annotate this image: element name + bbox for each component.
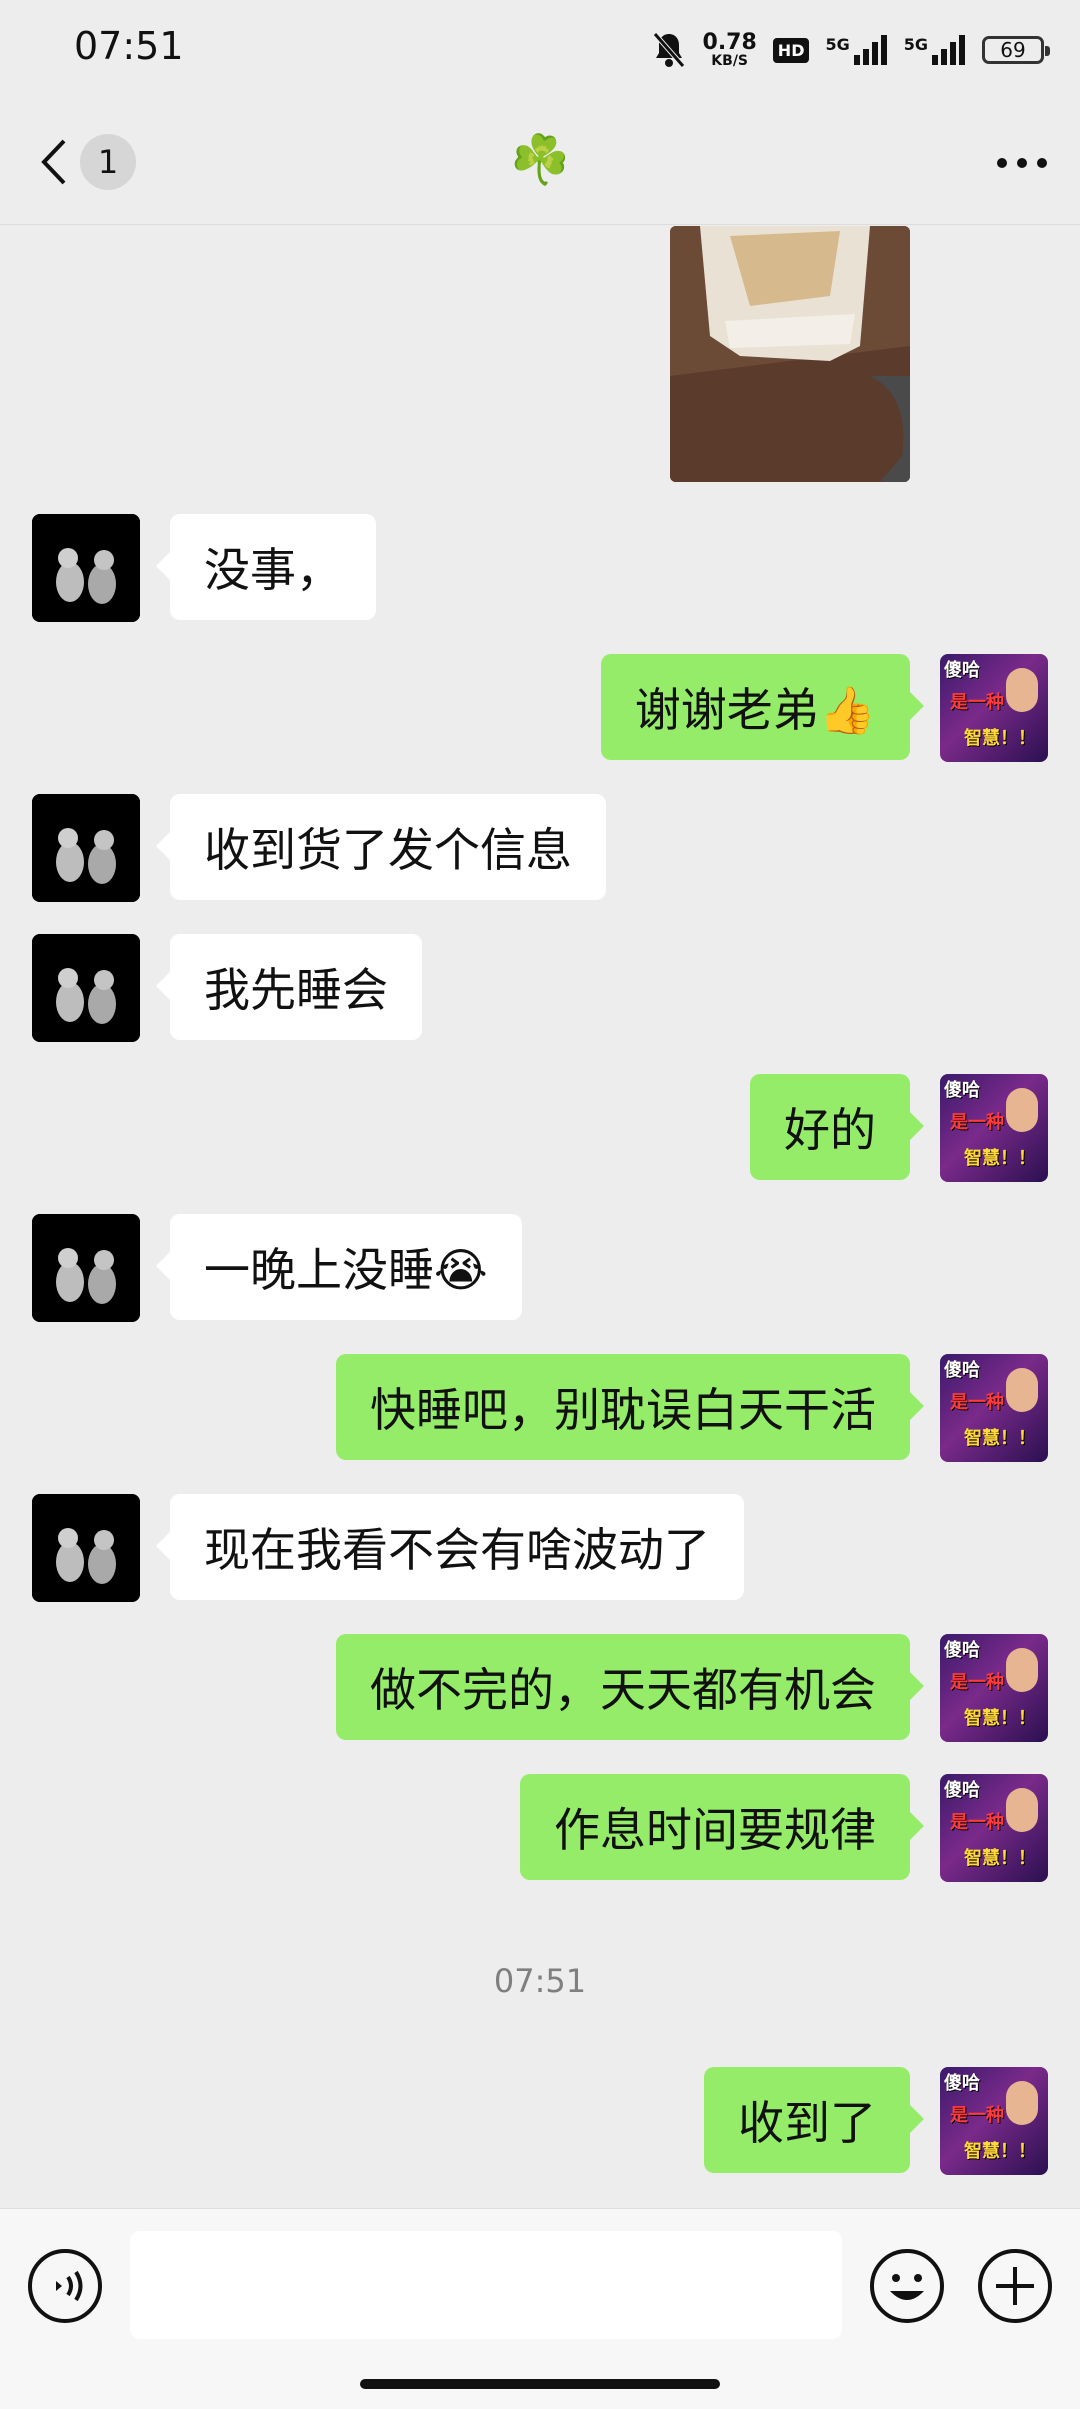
photo-image [670,226,910,482]
avatar-caption: 傻哈 [944,1780,980,1801]
avatar-caption: 是一种 [950,1812,1004,1833]
unread-count-badge: 1 [80,134,136,190]
message-bubble-sent[interactable]: 收到了 [704,2067,924,2173]
hd-badge: HD [772,37,810,63]
status-bar: 07:51 0.78 KB/S HD 5G 5G 69 [0,0,1080,100]
avatar-caption: 智慧！！ [964,728,1036,749]
message-bubble-sent[interactable]: 谢谢老弟👍 [600,654,925,760]
voice-icon[interactable] [26,2247,104,2325]
home-indicator[interactable] [360,2379,720,2389]
network-speed-value: 0.78 [702,30,757,55]
avatar-caption: 是一种 [950,1392,1004,1413]
message-text: 好的 [784,1103,876,1157]
message-bubble-sent[interactable]: 做不完的，天天都有机会 [336,1634,924,1740]
battery-icon: 69 [982,36,1050,64]
message-bubble-sent[interactable]: 作息时间要规律 [520,1774,924,1880]
avatar-face [1006,2081,1038,2125]
plus-icon[interactable] [976,2247,1054,2325]
avatar-caption: 智慧！！ [964,1708,1036,1729]
cat-avatar-image [32,514,140,622]
message-text: 一晚上没睡😭 [204,1243,488,1297]
message-text: 收到了 [738,2096,876,2150]
signal-2-label: 5G [903,35,928,54]
input-bar [0,2208,1080,2409]
signal-1: 5G [825,35,887,65]
avatar-caption: 智慧！！ [964,1428,1036,1449]
signal-icon [932,35,965,65]
cat-avatar-image [32,934,140,1042]
message-text: 谢谢老弟👍 [634,683,876,737]
message-bubble-received[interactable]: 没事， [156,514,376,620]
my-avatar[interactable]: 傻哈 是一种 智慧！！ [940,1634,1048,1742]
battery-level: 69 [1000,38,1026,62]
my-avatar[interactable]: 傻哈 是一种 智慧！！ [940,2067,1048,2175]
avatar-face [1006,1088,1038,1132]
avatar-caption: 是一种 [950,1112,1004,1133]
message-text: 我先睡会 [204,963,388,1017]
avatar-caption: 傻哈 [944,2073,980,2094]
back-button[interactable]: 1 [38,132,148,192]
avatar-caption: 傻哈 [944,660,980,681]
avatar-caption: 智慧！！ [964,1148,1036,1169]
avatar-face [1006,1788,1038,1832]
avatar-caption: 傻哈 [944,1360,980,1381]
message-text: 快睡吧，别耽误白天干活 [370,1383,876,1437]
message-bubble-received[interactable]: 收到货了发个信息 [156,794,606,900]
avatar-caption: 智慧！！ [964,1848,1036,1869]
contact-avatar[interactable] [32,794,140,902]
cat-avatar-image [32,794,140,902]
status-icons: 0.78 KB/S HD 5G 5G 69 [651,26,1050,74]
network-speed-unit: KB/S [711,53,749,69]
avatar-face [1006,1368,1038,1412]
message-bubble-received[interactable]: 现在我看不会有啥波动了 [156,1494,744,1600]
avatar-caption: 是一种 [950,1672,1004,1693]
mute-bell-icon [652,32,685,68]
avatar-caption: 智慧！！ [964,2141,1036,2162]
cat-avatar-image [32,1214,140,1322]
signal-1-label: 5G [825,35,850,54]
cat-avatar-image [32,1494,140,1602]
my-avatar[interactable]: 傻哈 是一种 智慧！！ [940,1074,1048,1182]
message-bubble-received[interactable]: 一晚上没睡😭 [156,1214,522,1320]
emoji-icon[interactable] [868,2247,946,2325]
avatar-caption: 傻哈 [944,1080,980,1101]
message-bubble-received[interactable]: 我先睡会 [156,934,422,1040]
avatar-caption: 傻哈 [944,1640,980,1661]
message-timestamp: 07:51 [493,1962,587,2000]
avatar-caption: 是一种 [950,692,1004,713]
back-chevron-icon [41,139,66,185]
my-avatar[interactable]: 傻哈 是一种 智慧！！ [940,654,1048,762]
message-bubble-sent[interactable]: 快睡吧，别耽误白天干活 [336,1354,924,1460]
message-text: 没事， [204,543,342,597]
avatar-face [1006,1648,1038,1692]
message-bubble-sent[interactable]: 好的 [750,1074,924,1180]
signal-2: 5G [904,35,966,65]
status-time: 07:51 [74,24,184,68]
contact-avatar[interactable] [32,514,140,622]
contact-avatar[interactable] [32,1214,140,1322]
contact-avatar[interactable] [32,934,140,1042]
signal-icon [853,35,887,65]
my-avatar[interactable]: 傻哈 是一种 智慧！！ [940,1774,1048,1882]
avatar-face [1006,668,1038,712]
my-avatar[interactable]: 傻哈 是一种 智慧！！ [940,1354,1048,1462]
chat-title: ☘️ [510,132,570,188]
more-dots-icon[interactable] [992,138,1052,188]
photo-message[interactable] [670,226,910,482]
network-speed: 0.78 KB/S [702,30,757,69]
message-text: 做不完的，天天都有机会 [370,1663,876,1717]
contact-avatar[interactable] [32,1494,140,1602]
message-text: 现在我看不会有啥波动了 [204,1523,710,1577]
chat-header: 1 ☘️ [0,100,1080,225]
message-text: 收到货了发个信息 [204,823,572,877]
avatar-caption: 是一种 [950,2105,1004,2126]
message-text: 作息时间要规律 [554,1803,876,1857]
message-input[interactable] [130,2231,842,2339]
